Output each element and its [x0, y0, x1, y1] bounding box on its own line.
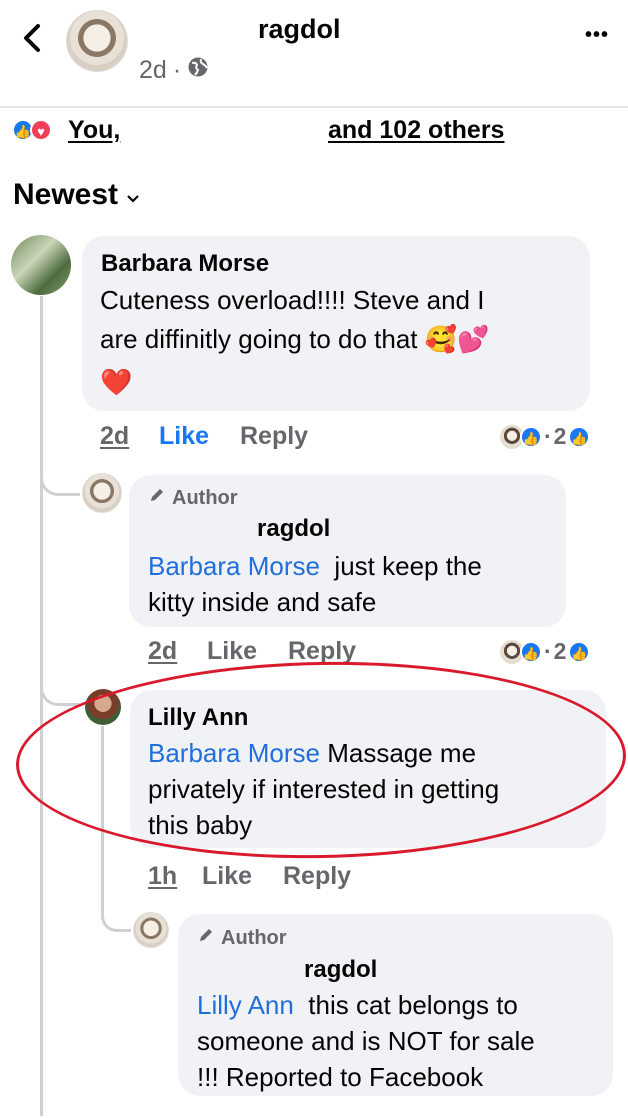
- pencil-icon: [148, 486, 166, 510]
- thread-branch: [40, 670, 80, 706]
- separator-dot: ·: [544, 638, 552, 664]
- separator-dot: ·: [544, 423, 552, 449]
- commenter-name[interactable]: Barbara Morse: [101, 250, 269, 278]
- commenter-avatar[interactable]: [11, 235, 71, 295]
- back-icon[interactable]: [18, 20, 48, 56]
- comment-text-rest: just keep the: [334, 551, 482, 581]
- page-name[interactable]: ragdol: [258, 14, 341, 45]
- author-badge: Author: [148, 486, 238, 510]
- mention-link[interactable]: Lilly Ann: [197, 990, 294, 1020]
- more-options-icon[interactable]: •••: [585, 24, 609, 47]
- comment-text: are diffinitly going to do that 🥰💕: [100, 324, 490, 354]
- separator-dot: ·: [172, 56, 182, 84]
- like-link[interactable]: Like: [207, 637, 257, 666]
- comment-time[interactable]: 2d: [100, 422, 129, 451]
- comment-text: Barbara Morse just keep the: [148, 548, 482, 584]
- page-avatar[interactable]: [66, 10, 128, 72]
- comment-reactions[interactable]: 👍 · 2 👍: [500, 638, 591, 665]
- comment-text: ❤️: [100, 367, 133, 397]
- globe-icon: [187, 56, 209, 85]
- author-badge-label: Author: [221, 926, 287, 949]
- reply-link[interactable]: Reply: [240, 422, 308, 451]
- reaction-count: 2: [553, 423, 567, 449]
- author-badge: Author: [197, 926, 287, 950]
- sort-dropdown[interactable]: Newest: [13, 178, 140, 212]
- comment-reactions[interactable]: 👍 · 2 👍: [500, 423, 591, 450]
- comment-time[interactable]: 2d: [148, 637, 177, 666]
- thread-branch: [40, 460, 80, 496]
- author-avatar[interactable]: [133, 912, 169, 948]
- comment-text: Cuteness overload!!!! Steve and I: [100, 285, 485, 315]
- reactions-others[interactable]: and 102 others: [328, 116, 504, 145]
- comment-text: someone and is NOT for sale: [197, 1026, 535, 1056]
- like-reaction-icon: 👍: [568, 640, 591, 663]
- thread-line: [40, 296, 43, 1116]
- reply-link[interactable]: Reply: [283, 862, 351, 891]
- like-reaction-icon: 👍: [568, 425, 591, 448]
- sort-label: Newest: [13, 178, 119, 211]
- like-reaction-icon: 👍: [520, 640, 542, 663]
- author-avatar[interactable]: [82, 473, 122, 513]
- post-time[interactable]: 2d ·: [139, 56, 209, 85]
- like-link[interactable]: Like: [202, 862, 252, 891]
- commenter-name[interactable]: ragdol: [304, 956, 377, 984]
- comment-text-rest: this cat belongs to: [308, 990, 518, 1020]
- comment-time[interactable]: 1h: [148, 862, 177, 891]
- thread-branch: [101, 900, 131, 932]
- author-badge-label: Author: [172, 486, 238, 509]
- reactions-you[interactable]: You,: [68, 116, 120, 145]
- like-reaction-icon: 👍: [520, 425, 542, 448]
- like-link[interactable]: Like: [159, 422, 209, 451]
- comment-text: kitty inside and safe: [148, 587, 377, 617]
- post-time-text: 2d: [139, 56, 167, 84]
- comment-text: Lilly Ann this cat belongs to: [197, 987, 518, 1023]
- reaction-icons[interactable]: 👍 ♥: [12, 119, 52, 141]
- reaction-count: 2: [553, 638, 567, 664]
- mention-link[interactable]: Barbara Morse: [148, 551, 320, 581]
- love-reaction-icon: ♥: [30, 119, 52, 141]
- chevron-down-icon: [126, 178, 140, 212]
- commenter-name[interactable]: ragdol: [257, 515, 330, 543]
- pencil-icon: [197, 926, 215, 950]
- header-divider: [0, 106, 628, 108]
- comment-text: !!! Reported to Facebook: [197, 1062, 484, 1092]
